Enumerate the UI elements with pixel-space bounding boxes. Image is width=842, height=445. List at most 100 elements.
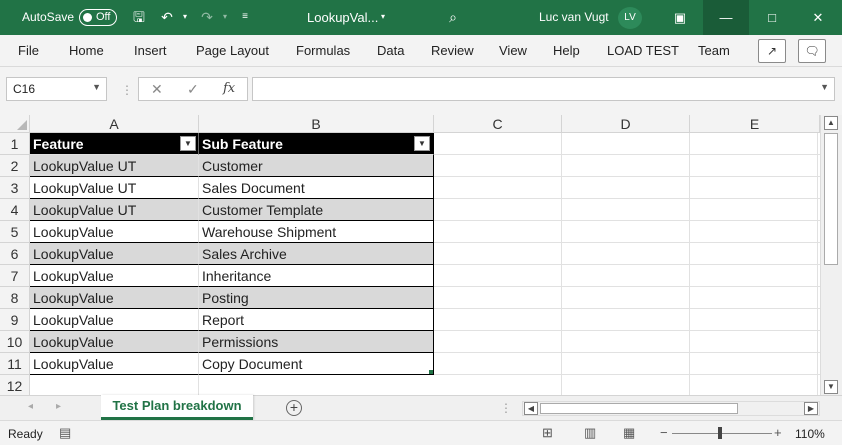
table-cell[interactable]: LookupValue UT [30,199,199,221]
page-layout-view-icon[interactable]: ▥ [584,425,596,441]
avatar[interactable]: LV [618,7,642,29]
tab-split-handle-icon[interactable]: ⋮ [500,401,512,415]
share-icon[interactable]: ↗ [758,39,786,63]
tab-load-test[interactable]: LOAD TEST [607,43,679,58]
tab-data[interactable]: Data [377,43,404,58]
row-header[interactable]: 8 [0,287,30,309]
filter-dropdown-icon[interactable]: ▼ [414,136,430,151]
add-sheet-icon[interactable]: + [286,400,302,416]
table-cell[interactable]: Customer Template [199,199,434,221]
row-header[interactable]: 10 [0,331,30,353]
enter-icon[interactable]: ✓ [187,81,199,98]
column-header-d[interactable]: D [562,115,690,133]
cancel-icon[interactable]: ✕ [151,81,163,98]
empty-cells-area[interactable] [434,133,820,395]
search-icon[interactable]: ⌕ [444,8,462,26]
table-cell[interactable]: Inheritance [199,265,434,287]
minimize-button[interactable]: — [703,0,749,35]
tab-team[interactable]: Team [698,43,730,58]
tab-home[interactable]: Home [69,43,104,58]
maximize-button[interactable]: □ [749,0,795,35]
insert-function-icon[interactable]: fx [223,81,235,96]
select-all-button[interactable] [0,115,30,133]
tab-file[interactable]: File [18,43,39,58]
table-cell[interactable]: LookupValue [30,353,199,375]
expand-formula-bar-icon[interactable]: ▼ [820,82,829,92]
horizontal-scrollbar[interactable]: ◀ ▶ [522,401,820,416]
scroll-left-icon[interactable]: ◀ [524,402,538,415]
table-cell[interactable]: LookupValue UT [30,155,199,177]
zoom-slider-knob[interactable] [718,427,722,439]
save-icon[interactable]: 🖫 [130,8,148,26]
row-header[interactable]: 1 [0,133,30,155]
filename-dropdown-icon[interactable]: ▾ [374,8,392,26]
tab-help[interactable]: Help [553,43,580,58]
scroll-right-icon[interactable]: ▶ [804,402,818,415]
autosave-toggle[interactable]: Off [79,9,117,26]
next-sheet-icon[interactable]: ▸ [56,401,61,412]
row-header[interactable]: 9 [0,309,30,331]
table-cell[interactable]: Warehouse Shipment [199,221,434,243]
scroll-down-icon[interactable]: ▼ [824,380,838,394]
formula-input[interactable]: ▼ [252,77,835,101]
empty-row-12[interactable] [30,375,434,395]
redo-icon[interactable]: ↷ [198,8,216,26]
row-header[interactable]: 11 [0,353,30,375]
scroll-up-icon[interactable]: ▲ [824,116,838,130]
table-cell[interactable]: LookupValue [30,331,199,353]
table-header-sub-feature[interactable]: Sub Feature ▼ [199,133,434,155]
tab-review[interactable]: Review [431,43,474,58]
row-header[interactable]: 6 [0,243,30,265]
comments-icon[interactable]: 🗨 [798,39,826,63]
zoom-in-icon[interactable]: + [774,425,782,440]
customize-toolbar-icon[interactable]: ≡ [236,8,254,26]
macro-recording-icon[interactable]: ▤ [59,425,71,441]
tab-formulas[interactable]: Formulas [296,43,350,58]
column-header-c[interactable]: C [434,115,562,133]
worksheet-grid[interactable]: A B C D E 1 2 3 4 5 6 7 8 9 10 11 12 Fea… [0,115,820,395]
page-break-preview-icon[interactable]: ▦ [623,425,635,441]
zoom-out-icon[interactable]: − [660,425,668,440]
table-cell[interactable]: Sales Document [199,177,434,199]
tab-page-layout[interactable]: Page Layout [196,43,269,58]
vertical-scrollbar[interactable]: ▲ ▼ [820,115,842,395]
zoom-level[interactable]: 110% [795,427,825,441]
row-header[interactable]: 12 [0,375,30,395]
column-header-a[interactable]: A [30,115,199,133]
table-cell[interactable]: Permissions [199,331,434,353]
row-header[interactable]: 7 [0,265,30,287]
table-resize-handle[interactable] [429,370,433,374]
table-cell[interactable]: LookupValue [30,243,199,265]
zoom-slider[interactable] [672,433,772,434]
table-cell[interactable]: Sales Archive [199,243,434,265]
file-name[interactable]: LookupVal... [307,10,378,25]
table-cell[interactable]: Customer [199,155,434,177]
table-cell[interactable]: LookupValue [30,309,199,331]
table-cell[interactable]: LookupValue UT [30,177,199,199]
redo-dropdown-icon[interactable]: ▾ [216,8,234,26]
prev-sheet-icon[interactable]: ◂ [28,401,33,412]
tab-view[interactable]: View [499,43,527,58]
row-header[interactable]: 3 [0,177,30,199]
ribbon-display-options-icon[interactable]: ▣ [657,0,703,35]
tab-insert[interactable]: Insert [134,43,167,58]
row-header[interactable]: 5 [0,221,30,243]
close-button[interactable]: ✕ [795,0,841,35]
column-header-e[interactable]: E [690,115,820,133]
table-cell[interactable]: LookupValue [30,221,199,243]
table-cell[interactable]: Report [199,309,434,331]
formula-bar-divider-icon[interactable]: ⋮ [121,83,133,97]
sheet-tab-active[interactable]: Test Plan breakdown [101,395,253,420]
undo-icon[interactable]: ↶ [158,8,176,26]
filter-dropdown-icon[interactable]: ▼ [180,136,196,151]
normal-view-icon[interactable]: ⊞ [542,425,553,441]
table-cell[interactable]: LookupValue [30,265,199,287]
user-name[interactable]: Luc van Vugt [539,10,609,24]
table-cell[interactable]: Posting [199,287,434,309]
scrollbar-thumb[interactable] [540,403,738,414]
undo-dropdown-icon[interactable]: ▾ [176,8,194,26]
column-header-b[interactable]: B [199,115,434,133]
row-header[interactable]: 4 [0,199,30,221]
table-header-feature[interactable]: Feature ▼ [30,133,199,155]
chevron-down-icon[interactable]: ▼ [92,82,101,92]
